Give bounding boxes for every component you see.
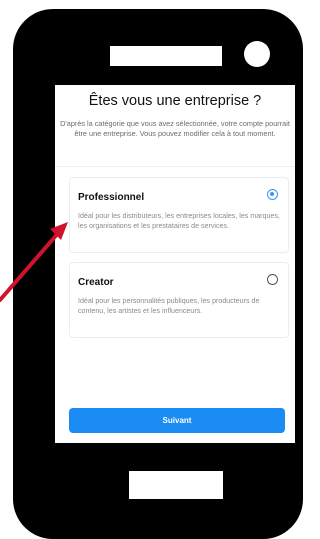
page-title: Êtes vous une entreprise ?: [88, 93, 262, 109]
divider: [55, 166, 295, 167]
speaker-grille: [110, 46, 222, 66]
option-card-creator[interactable]: Creator Idéal pour les personnalités pub…: [69, 262, 289, 338]
phone-frame: Êtes vous une entreprise ? D'après la ca…: [13, 9, 303, 539]
phone-screen: Êtes vous une entreprise ? D'après la ca…: [55, 85, 295, 443]
option-card-professionnel[interactable]: Professionnel Idéal pour les distributeu…: [69, 177, 289, 253]
home-button[interactable]: [129, 471, 223, 499]
option-description: Idéal pour les personnalités publiques, …: [78, 297, 260, 315]
radio-selected-icon[interactable]: [267, 189, 278, 200]
page-subtitle: D'après la catégorie que vous avez sélec…: [60, 119, 290, 138]
next-button[interactable]: Suivant: [69, 408, 285, 433]
option-title: Professionnel: [78, 192, 145, 203]
option-title: Creator: [78, 277, 114, 288]
front-camera: [244, 41, 270, 67]
option-description: Idéal pour les distributeurs, les entrep…: [78, 212, 280, 230]
radio-unselected-icon[interactable]: [267, 274, 278, 285]
